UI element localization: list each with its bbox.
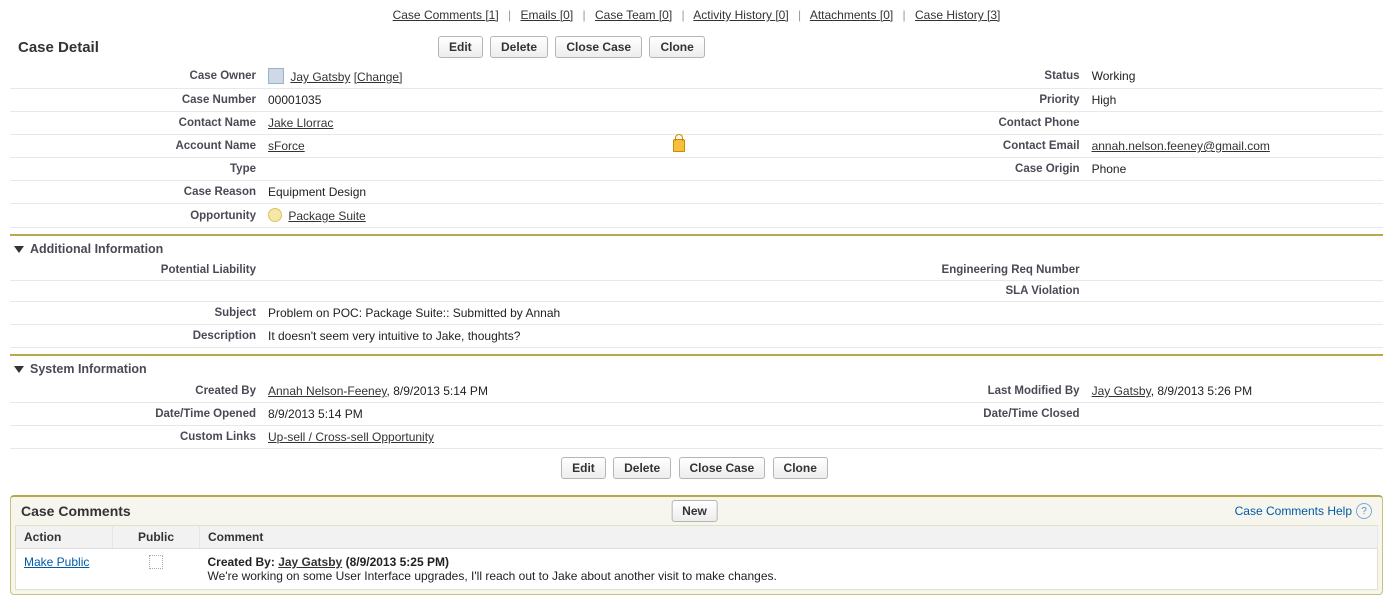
shortcut-attachments[interactable]: Attachments [0] (810, 8, 893, 22)
field-label: Account Name (10, 135, 262, 158)
col-action: Action (16, 526, 113, 549)
collapse-icon (14, 246, 24, 253)
shortcut-case-comments[interactable]: Case Comments [1] (393, 8, 499, 22)
field-label: Opportunity (10, 204, 262, 228)
priority-value: High (1086, 89, 1383, 112)
field-label: Priority (894, 89, 1086, 112)
opened-value: 8/9/2013 5:14 PM (262, 403, 894, 426)
clone-button[interactable]: Clone (649, 36, 704, 58)
created-by-date: , 8/9/2013 5:14 PM (387, 384, 488, 398)
lock-icon (673, 139, 685, 152)
field-label: Case Owner (10, 64, 262, 89)
field-label: Subject (10, 302, 262, 325)
edit-button[interactable]: Edit (438, 36, 483, 58)
field-label: Potential Liability (10, 260, 262, 281)
field-label: Contact Email (894, 135, 1086, 158)
field-label: SLA Violation (894, 281, 1086, 302)
change-owner-link[interactable]: [Change] (354, 70, 403, 84)
field-label: Engineering Req Number (894, 260, 1086, 281)
field-label: Case Reason (10, 181, 262, 204)
last-modified-by-link[interactable]: Jay Gatsby (1092, 384, 1151, 398)
closed-value (1086, 403, 1383, 426)
delete-button[interactable]: Delete (490, 36, 548, 58)
contact-name-link[interactable]: Jake Llorrac (268, 116, 333, 130)
field-label: Case Origin (894, 158, 1086, 181)
comment-author-link[interactable]: Jay Gatsby (278, 555, 342, 569)
collapse-icon (14, 366, 24, 373)
field-label: Last Modified By (894, 380, 1086, 403)
field-label: Contact Phone (894, 112, 1086, 135)
type-value (262, 158, 894, 181)
clone-button[interactable]: Clone (773, 457, 828, 479)
detail-button-bar: Edit Delete Close Case Clone (438, 36, 709, 58)
field-label: Status (894, 64, 1086, 89)
field-label: Date/Time Opened (10, 403, 262, 426)
case-owner-link[interactable]: Jay Gatsby (290, 70, 350, 84)
system-info-table: Created By Annah Nelson-Feeney, 8/9/2013… (10, 380, 1383, 449)
help-icon: ? (1356, 503, 1372, 519)
comment-body: We're working on some User Interface upg… (208, 569, 777, 583)
shortcut-activity-history[interactable]: Activity History [0] (693, 8, 788, 22)
edit-button[interactable]: Edit (561, 457, 606, 479)
close-case-button[interactable]: Close Case (555, 36, 642, 58)
case-comments-table: Action Public Comment Make Public Create… (15, 525, 1378, 590)
shortcut-case-team[interactable]: Case Team [0] (595, 8, 672, 22)
potential-liability-value (262, 260, 894, 281)
opportunity-icon (268, 208, 282, 222)
related-list-title: Case Comments (21, 503, 131, 519)
avatar-icon (268, 68, 284, 84)
subject-value: Problem on POC: Package Suite:: Submitte… (262, 302, 1383, 325)
case-number-value: 00001035 (262, 89, 894, 112)
field-label: Case Number (10, 89, 262, 112)
case-comments-help-link[interactable]: Case Comments Help ? (1235, 503, 1372, 519)
col-public: Public (113, 526, 200, 549)
contact-phone-value (1086, 112, 1383, 135)
sla-value (1086, 281, 1383, 302)
field-label: Custom Links (10, 426, 262, 449)
page-title: Case Detail (10, 39, 268, 56)
field-label: Type (10, 158, 262, 181)
related-list-shortcuts: Case Comments [1] | Emails [0] | Case Te… (10, 8, 1383, 22)
eng-req-value (1086, 260, 1383, 281)
detail-button-bar-bottom: Edit Delete Close Case Clone (10, 457, 1383, 479)
shortcut-emails[interactable]: Emails [0] (520, 8, 573, 22)
col-comment: Comment (200, 526, 1378, 549)
shortcut-case-history[interactable]: Case History [3] (915, 8, 1000, 22)
status-value: Working (1086, 64, 1383, 89)
make-public-link[interactable]: Make Public (24, 555, 89, 569)
delete-button[interactable]: Delete (613, 457, 671, 479)
contact-email-link[interactable]: annah.nelson.feeney@gmail.com (1092, 139, 1270, 153)
field-label: Contact Name (10, 112, 262, 135)
section-additional-information[interactable]: Additional Information (10, 236, 1383, 260)
case-detail-table: Case Owner Jay Gatsby [Change] Status Wo… (10, 64, 1383, 228)
public-checkbox (149, 555, 163, 569)
case-reason-value: Equipment Design (262, 181, 1383, 204)
description-value: It doesn't seem very intuitive to Jake, … (262, 325, 1383, 348)
table-row: Make Public Created By: Jay Gatsby (8/9/… (16, 549, 1378, 590)
account-name-link[interactable]: sForce (268, 139, 305, 153)
created-by-link[interactable]: Annah Nelson-Feeney (268, 384, 387, 398)
custom-link-upsell[interactable]: Up-sell / Cross-sell Opportunity (268, 430, 434, 444)
opportunity-link[interactable]: Package Suite (288, 209, 365, 223)
field-label: Description (10, 325, 262, 348)
additional-info-table: Potential Liability Engineering Req Numb… (10, 260, 1383, 348)
section-system-information[interactable]: System Information (10, 356, 1383, 380)
last-modified-by-date: , 8/9/2013 5:26 PM (1151, 384, 1252, 398)
field-label: Created By (10, 380, 262, 403)
case-origin-value: Phone (1086, 158, 1383, 181)
related-list-case-comments: Case Comments New Case Comments Help ? A… (10, 495, 1383, 595)
field-label: Date/Time Closed (894, 403, 1086, 426)
new-comment-button[interactable]: New (671, 500, 718, 522)
close-case-button[interactable]: Close Case (679, 457, 766, 479)
